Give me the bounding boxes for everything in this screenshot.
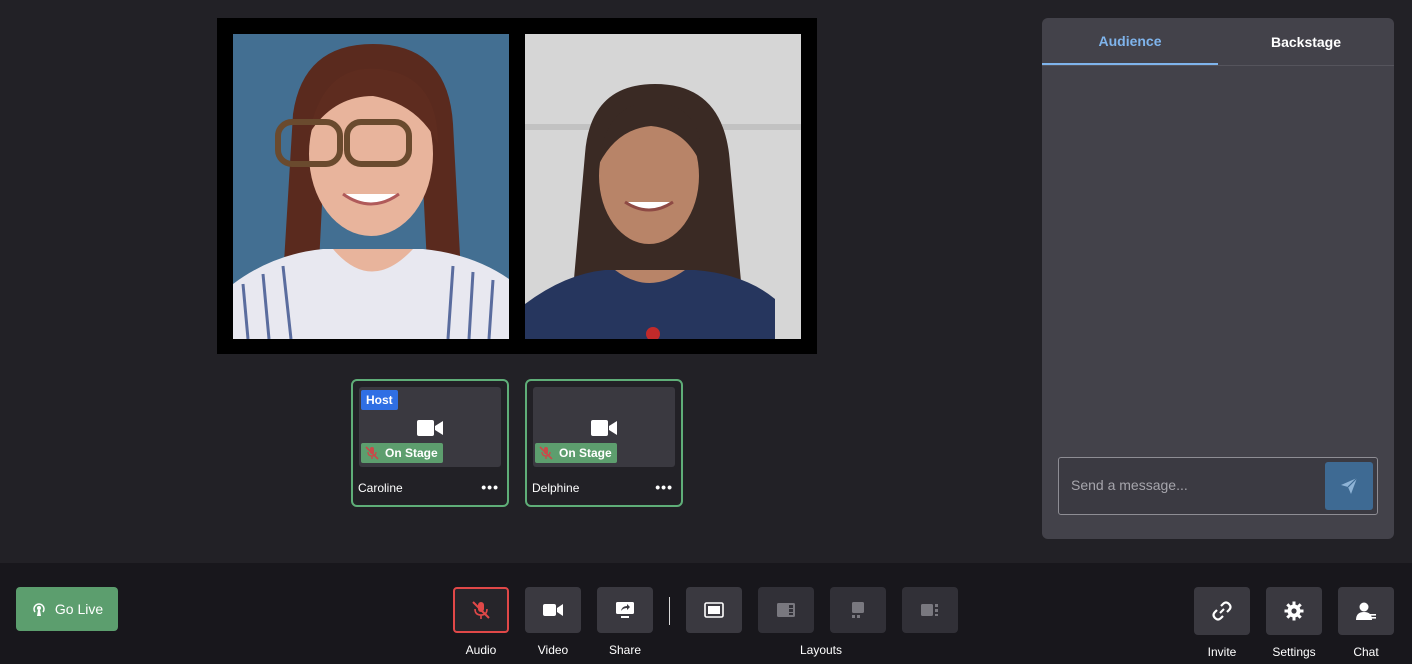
more-icon[interactable]: ••• xyxy=(655,479,673,495)
bottom-toolbar: Go Live Audio Video Share Layouts Invite… xyxy=(0,563,1412,664)
broadcast-icon xyxy=(33,603,45,616)
participant-card-caroline[interactable]: Host On Stage Caroline ••• xyxy=(351,379,509,507)
layouts-label: Layouts xyxy=(799,643,843,657)
more-icon[interactable]: ••• xyxy=(481,479,499,495)
layout-single-button[interactable] xyxy=(686,587,742,633)
chat-label: Chat xyxy=(1353,645,1379,659)
camera-icon xyxy=(543,604,563,616)
invite-label: Invite xyxy=(1207,645,1237,659)
video-button[interactable] xyxy=(525,587,581,633)
settings-label: Settings xyxy=(1272,645,1316,659)
layout-sidebar-button[interactable] xyxy=(758,587,814,633)
layout-icon xyxy=(704,602,724,618)
on-stage-badge: On Stage xyxy=(535,443,617,463)
participant-name: Delphine xyxy=(532,481,580,495)
share-button[interactable] xyxy=(597,587,653,633)
participant-thumbnail: Host On Stage xyxy=(359,387,501,467)
layout-split-button[interactable] xyxy=(902,587,958,633)
send-button[interactable] xyxy=(1325,462,1373,510)
participant-name: Caroline xyxy=(358,481,403,495)
go-live-button[interactable]: Go Live xyxy=(16,587,118,631)
mic-off-icon xyxy=(472,601,490,619)
video-label: Video xyxy=(537,643,569,657)
chat-panel: Audience Backstage xyxy=(1042,18,1394,539)
share-label: Share xyxy=(608,643,642,657)
audio-button[interactable] xyxy=(453,587,509,633)
go-live-label: Go Live xyxy=(54,601,104,617)
layout-icon xyxy=(852,602,864,618)
send-icon xyxy=(1341,477,1358,494)
participant-thumbnail: On Stage xyxy=(533,387,675,467)
layout-grid-button[interactable] xyxy=(830,587,886,633)
camera-icon xyxy=(417,420,443,436)
tab-backstage[interactable]: Backstage xyxy=(1218,18,1394,65)
link-icon xyxy=(1212,601,1232,621)
layout-icon xyxy=(921,604,938,616)
on-stage-label: On Stage xyxy=(385,446,438,460)
layout-icon xyxy=(777,603,795,617)
camera-icon xyxy=(591,420,617,436)
video-feed-delphine xyxy=(525,34,801,339)
message-box xyxy=(1058,457,1378,515)
mic-off-icon xyxy=(539,446,553,460)
on-stage-badge: On Stage xyxy=(361,443,443,463)
audio-label: Audio xyxy=(465,643,497,657)
host-badge: Host xyxy=(361,390,398,410)
gear-icon xyxy=(1284,601,1304,621)
chat-toggle-button[interactable] xyxy=(1338,587,1394,635)
message-input[interactable] xyxy=(1071,477,1311,493)
tab-audience[interactable]: Audience xyxy=(1042,18,1218,65)
on-stage-label: On Stage xyxy=(559,446,612,460)
mic-off-icon xyxy=(365,446,379,460)
share-screen-icon xyxy=(616,602,634,618)
participant-card-delphine[interactable]: On Stage Delphine ••• xyxy=(525,379,683,507)
toolbar-divider xyxy=(669,597,670,625)
person-icon xyxy=(1356,602,1376,620)
stage xyxy=(217,18,817,354)
chat-tabs: Audience Backstage xyxy=(1042,18,1394,66)
settings-button[interactable] xyxy=(1266,587,1322,635)
video-feed-caroline xyxy=(233,34,509,339)
invite-button[interactable] xyxy=(1194,587,1250,635)
